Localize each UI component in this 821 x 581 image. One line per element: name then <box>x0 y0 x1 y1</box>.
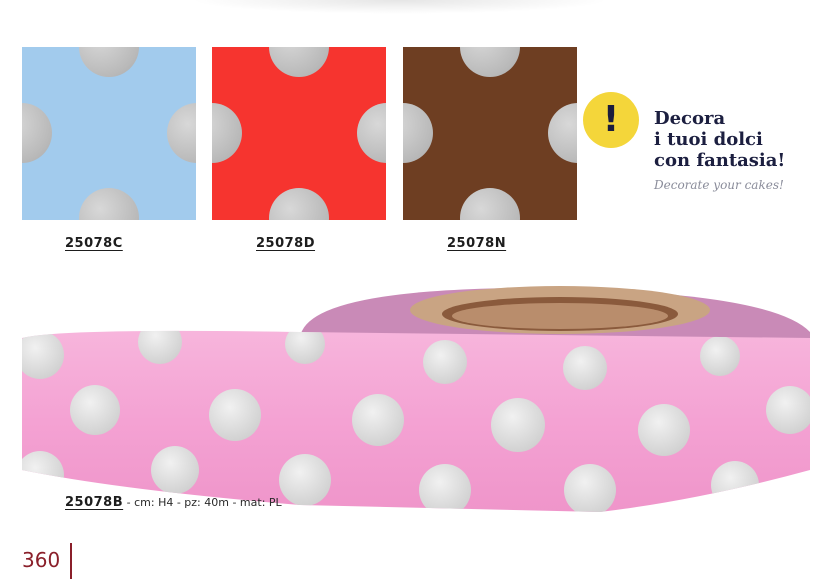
swatch-light-blue-polka <box>22 47 196 220</box>
roll-core-inner <box>452 303 668 329</box>
callout-title: Decora i tuoi dolci con fantasia! <box>654 108 785 171</box>
polka-dot <box>22 103 52 163</box>
swatch-brown-polka <box>403 47 577 220</box>
callout-subtitle: Decorate your cakes! <box>654 178 784 192</box>
polka-dot <box>212 103 242 163</box>
ribbon-band <box>22 330 810 512</box>
product-code-25078B[interactable]: 25078B <box>65 495 123 510</box>
exclamation-icon: ! <box>583 92 639 148</box>
swatch-red-polka <box>212 47 386 220</box>
callout-title-line: Decora <box>654 108 726 129</box>
polka-dot <box>460 188 520 220</box>
polka-dot <box>167 103 196 163</box>
callout-title-line: con fantasia! <box>654 150 786 171</box>
polka-dot <box>269 47 329 77</box>
product-spec-line: 25078B - cm: H4 - pz: 40m - mat: PL <box>65 495 282 510</box>
polka-dot <box>548 103 577 163</box>
polka-dot <box>357 103 386 163</box>
polka-dot <box>79 188 139 220</box>
polka-dot <box>269 188 329 220</box>
swatch-code-25078D[interactable]: 25078D <box>256 236 315 251</box>
top-product-shadow <box>190 0 610 14</box>
pink-polka-ribbon-roll <box>22 286 810 512</box>
product-specs: - cm: H4 - pz: 40m - mat: PL <box>123 496 282 509</box>
decorate-callout: ! Decora i tuoi dolci con fantasia! Deco… <box>583 92 815 202</box>
swatch-code-25078C[interactable]: 25078C <box>65 236 123 251</box>
page-number-divider <box>70 543 72 579</box>
polka-dot <box>460 47 520 77</box>
polka-dot <box>403 103 433 163</box>
callout-title-line: i tuoi dolci <box>654 129 763 150</box>
swatch-code-25078N[interactable]: 25078N <box>447 236 506 251</box>
page-number: 360 <box>22 548 61 572</box>
polka-dot <box>79 47 139 77</box>
